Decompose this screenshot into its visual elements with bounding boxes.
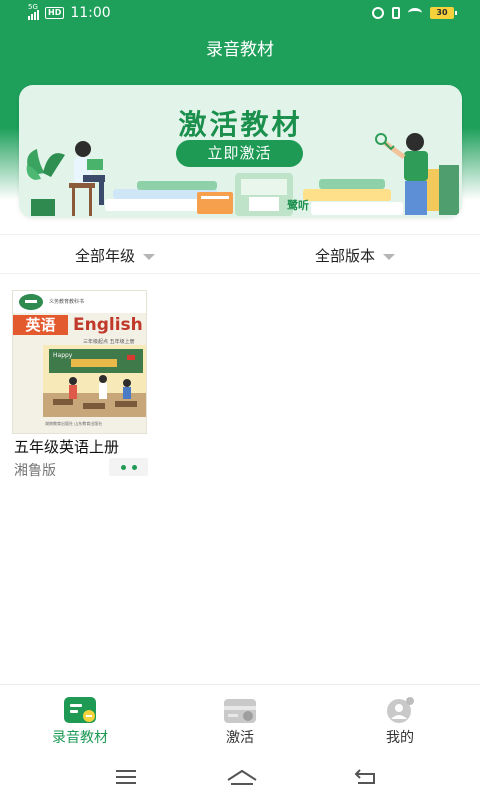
profile-icon bbox=[387, 697, 414, 723]
activate-icon bbox=[224, 699, 256, 723]
vibrate-icon bbox=[392, 7, 400, 19]
tab-profile-label: 我的 bbox=[386, 730, 414, 746]
chevron-down-icon bbox=[383, 254, 396, 260]
cover-header: 义务教育教科书 bbox=[13, 291, 146, 313]
edition-filter-dropdown[interactable]: 全部版本 bbox=[315, 235, 396, 275]
dot-icon bbox=[120, 464, 126, 470]
tab-activate-label: 激活 bbox=[226, 730, 254, 746]
textbook-icon bbox=[64, 697, 96, 723]
status-bar: 5G HD 11:00 30 bbox=[0, 0, 480, 28]
cover-series-text: 义务教育教科书 bbox=[49, 299, 85, 305]
tab-profile[interactable]: 我的 bbox=[340, 685, 460, 751]
cover-illustration: Happy bbox=[43, 345, 146, 417]
banner-title: 激活教材 bbox=[178, 108, 303, 141]
app-root: 5G HD 11:00 30 录音教材 激活教材 立即激活 鹭听 全部年级 全部… bbox=[0, 0, 480, 800]
system-nav-bar bbox=[0, 752, 480, 800]
page-title: 录音教材 bbox=[206, 40, 274, 60]
battery-icon: 30 bbox=[430, 7, 457, 19]
more-options-button[interactable] bbox=[109, 458, 148, 476]
wifi-icon bbox=[408, 8, 422, 18]
svg-text:Happy: Happy bbox=[53, 352, 73, 359]
back-icon[interactable] bbox=[346, 766, 386, 788]
bottom-tab-bar: 录音教材 激活 我的 bbox=[0, 684, 480, 750]
cover-publisher-text: 湖南教育出版社 山东教育出版社 bbox=[45, 421, 103, 426]
cover-grade-text: 三年级起点 五年级上册 bbox=[83, 339, 135, 345]
alarm-icon bbox=[372, 7, 384, 19]
cover-english-title: English bbox=[73, 315, 143, 335]
edition-filter-label: 全部版本 bbox=[315, 246, 376, 265]
network-type: 5G bbox=[28, 3, 38, 11]
app-header: 录音教材 bbox=[0, 28, 480, 80]
grade-filter-dropdown[interactable]: 全部年级 bbox=[75, 235, 156, 275]
book-cover[interactable]: 义务教育教科书 英语 English 三年级起点 五年级上册 Happy 湖南教… bbox=[12, 290, 147, 434]
home-icon[interactable] bbox=[222, 766, 262, 788]
cover-subject: 英语 bbox=[13, 315, 68, 335]
publisher-logo-icon bbox=[19, 294, 43, 310]
activate-now-button[interactable]: 立即激活 bbox=[176, 140, 303, 167]
menu-icon[interactable] bbox=[106, 766, 146, 788]
filter-bar: 全部年级 全部版本 bbox=[0, 234, 480, 274]
app-logo-text: 鹭听 bbox=[287, 199, 309, 212]
grade-filter-label: 全部年级 bbox=[75, 246, 136, 265]
chevron-down-icon bbox=[143, 254, 156, 260]
tab-activate[interactable]: 激活 bbox=[180, 685, 300, 751]
dot-icon bbox=[131, 464, 137, 470]
book-title[interactable]: 五年级英语上册 bbox=[14, 436, 119, 457]
hd-badge: HD bbox=[45, 7, 65, 19]
status-time: 11:00 bbox=[70, 5, 111, 21]
tab-textbooks[interactable]: 录音教材 bbox=[20, 685, 140, 751]
book-edition: 湘鲁版 bbox=[14, 463, 56, 479]
activate-banner[interactable]: 激活教材 立即激活 鹭听 bbox=[19, 85, 462, 218]
tab-textbooks-label: 录音教材 bbox=[52, 730, 108, 746]
book-card[interactable]: 义务教育教科书 英语 English 三年级起点 五年级上册 Happy 湖南教… bbox=[12, 290, 149, 480]
